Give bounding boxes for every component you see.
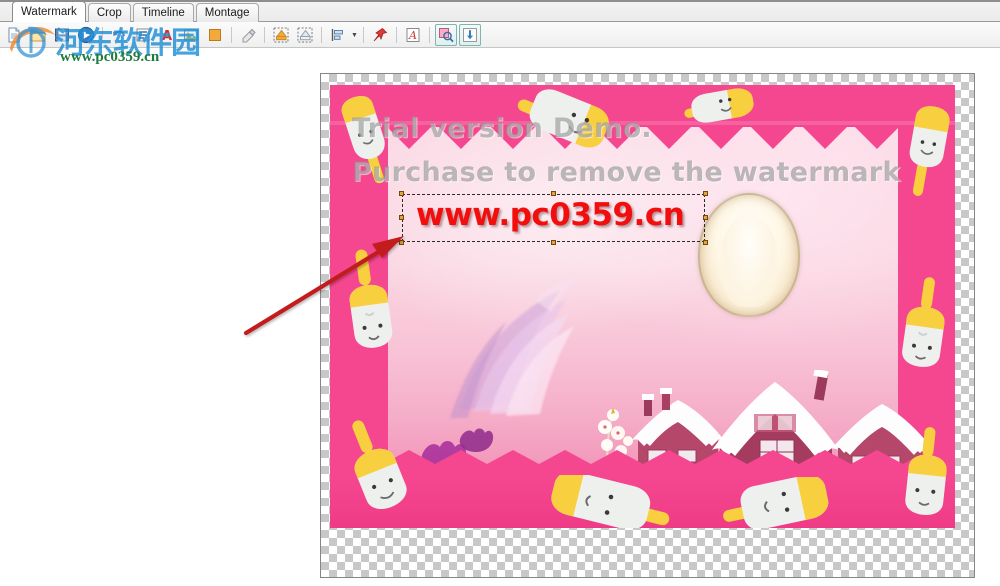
- popsicle-character: [909, 106, 950, 197]
- toolbar-separator: [231, 27, 232, 43]
- artwork-image[interactable]: Trial version Demo. Purchase to remove t…: [330, 85, 955, 528]
- svg-text:A: A: [162, 29, 172, 43]
- watermark-text-value[interactable]: www.pc0359.cn: [416, 197, 685, 233]
- toolbar-separator: [429, 27, 430, 43]
- tab-timeline[interactable]: Timeline: [132, 3, 194, 22]
- toolbar-separator: [363, 27, 364, 43]
- align-left-icon[interactable]: [327, 24, 349, 46]
- popsicle-character: [723, 477, 829, 528]
- popsicle-character: [902, 277, 945, 367]
- new-icon[interactable]: [3, 24, 25, 46]
- eraser-icon[interactable]: [237, 24, 259, 46]
- resize-handle-se[interactable]: [703, 240, 708, 245]
- application-window: Watermark Crop Timeline Montage A ▼ A 河东…: [0, 0, 1000, 586]
- tab-list: Watermark Crop Timeline Montage: [12, 1, 261, 22]
- zigzag-frame-top: [330, 85, 955, 149]
- toolbar-button-group: A ▼ A: [2, 23, 482, 47]
- editor-workspace[interactable]: Trial version Demo. Purchase to remove t…: [0, 48, 1000, 586]
- add-image-icon[interactable]: [180, 24, 202, 46]
- align-text-icon[interactable]: [132, 24, 154, 46]
- play-icon[interactable]: [75, 24, 97, 46]
- resize-handle-nw[interactable]: [399, 191, 404, 196]
- undo-icon[interactable]: [108, 24, 130, 46]
- resize-handle-sw[interactable]: [399, 240, 404, 245]
- popsicle-character: [684, 88, 754, 123]
- add-shape-icon[interactable]: [204, 24, 226, 46]
- pin-icon[interactable]: [369, 24, 391, 46]
- toolbar-separator: [102, 27, 103, 43]
- popsicle-character: [551, 475, 670, 528]
- select-fill-icon[interactable]: [270, 24, 292, 46]
- add-text-icon[interactable]: A: [156, 24, 178, 46]
- align-dropdown-caret[interactable]: ▼: [350, 24, 359, 46]
- resize-handle-e[interactable]: [703, 215, 708, 220]
- open-icon[interactable]: [27, 24, 49, 46]
- popsicle-character: [349, 249, 393, 348]
- selected-watermark-object[interactable]: www.pc0359.cn: [399, 191, 708, 245]
- popsicle-character: [352, 420, 407, 509]
- artwork-layers: Trial version Demo. Purchase to remove t…: [330, 85, 955, 528]
- resize-handle-n[interactable]: [550, 191, 556, 196]
- tab-strip: Watermark Crop Timeline Montage: [0, 0, 1000, 22]
- resize-handle-ne[interactable]: [703, 191, 708, 196]
- portrait-figure: [720, 215, 778, 307]
- popsicle-character: [341, 96, 385, 184]
- save-icon[interactable]: [51, 24, 73, 46]
- image-canvas[interactable]: Trial version Demo. Purchase to remove t…: [320, 73, 975, 578]
- popsicle-character: [517, 89, 609, 148]
- resize-handle-s[interactable]: [550, 240, 556, 245]
- popsicle-character: [905, 427, 947, 515]
- tab-watermark[interactable]: Watermark: [12, 1, 86, 22]
- resize-handle-w[interactable]: [399, 215, 404, 220]
- toolbar-separator: [396, 27, 397, 43]
- select-empty-icon[interactable]: [294, 24, 316, 46]
- text-frame-icon[interactable]: A: [402, 24, 424, 46]
- svg-text:A: A: [408, 29, 417, 42]
- toolbar-separator: [264, 27, 265, 43]
- zoom-selection-icon[interactable]: [435, 24, 457, 46]
- export-down-icon[interactable]: [459, 24, 481, 46]
- tab-crop[interactable]: Crop: [87, 3, 131, 22]
- tab-montage[interactable]: Montage: [195, 3, 259, 22]
- oval-portrait-frame: [698, 193, 800, 317]
- toolbar-separator: [321, 27, 322, 43]
- main-toolbar: A ▼ A: [0, 22, 1000, 48]
